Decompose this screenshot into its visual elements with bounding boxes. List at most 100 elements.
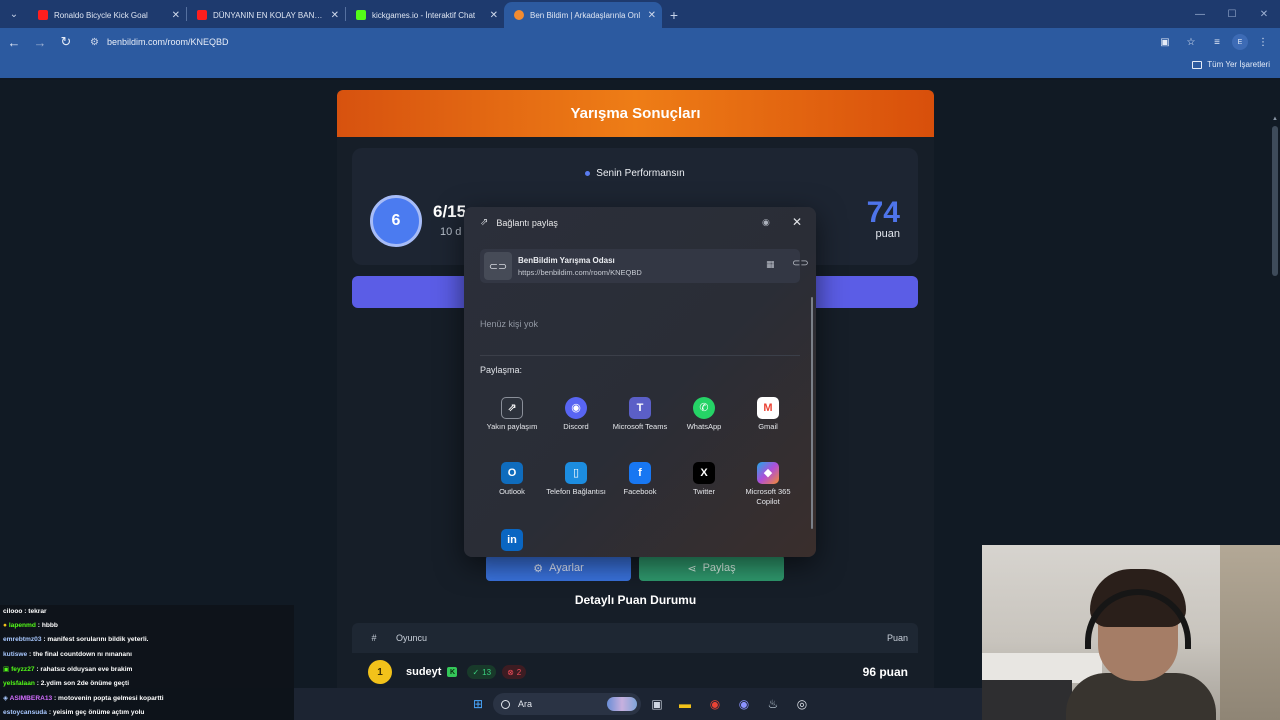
share-target-label: Gmail xyxy=(758,422,778,431)
url-field[interactable]: ⚙ benbildim.com/room/KNEQBD xyxy=(90,37,229,48)
player-name: sudeyt xyxy=(406,666,442,678)
chat-user: emrebtmz03 xyxy=(3,636,42,643)
file-explorer-icon[interactable]: ▬ xyxy=(675,694,695,714)
share-target-nearby[interactable]: ⇗ Yakın paylaşım xyxy=(480,397,544,432)
link-icon: ⊂⊃ xyxy=(484,252,512,280)
performance-label: Senin Performansın xyxy=(352,168,918,179)
new-tab-button[interactable]: + xyxy=(662,2,686,28)
windows-taskbar: ⊞ Ara ▣ ▬ ◉ ◉ ♨ ◎ xyxy=(294,688,982,720)
taskbar-search[interactable]: Ara xyxy=(493,693,641,715)
more-menu-icon[interactable]: ⋮ xyxy=(1252,31,1274,53)
whatsapp-icon: ✆ xyxy=(693,397,715,419)
tab-search-chevron-icon[interactable]: ⌄ xyxy=(0,0,28,28)
bookmarks-bar: Tüm Yer İşaretleri xyxy=(0,56,1280,78)
share-target-facebook[interactable]: f Facebook xyxy=(608,462,672,497)
copy-link-icon[interactable]: ⊂⊃ xyxy=(792,258,809,269)
gear-icon: ⚙ xyxy=(533,562,544,575)
youtube-favicon-icon xyxy=(38,10,48,20)
settings-button[interactable]: ⚙ Ayarlar xyxy=(486,555,631,581)
browser-tab[interactable]: DÜNYANIN EN KOLAY BANKA ✕ xyxy=(187,2,345,28)
search-icon xyxy=(501,699,510,709)
kick-favicon-icon xyxy=(356,10,366,20)
all-bookmarks-button[interactable]: Tüm Yer İşaretleri xyxy=(1192,60,1270,69)
maximize-icon[interactable]: ☐ xyxy=(1216,0,1248,28)
link-url: https://benbildim.com/room/KNEQBD xyxy=(518,268,642,277)
share-target-phone-link[interactable]: ▯ Telefon Bağlantısı xyxy=(544,462,608,497)
chat-message: yelsfalaan : 2.ydim son 2de önüme geçti xyxy=(3,680,129,687)
share-icon: ⋖ xyxy=(687,562,697,575)
share-target-twitter[interactable]: X Twitter xyxy=(672,462,736,497)
bookmark-star-icon[interactable]: ☆ xyxy=(1180,31,1202,53)
page-scrollbar[interactable] xyxy=(1272,126,1278,276)
dialog-scrollbar[interactable] xyxy=(811,297,813,529)
task-view-icon[interactable]: ▣ xyxy=(647,694,667,714)
discord-taskbar-icon[interactable]: ◉ xyxy=(734,694,754,714)
close-tab-icon[interactable]: ✕ xyxy=(172,10,180,21)
close-tab-icon[interactable]: ✕ xyxy=(648,10,656,21)
browser-tab-strip: ⌄ Ronaldo Bicycle Kick Goal ✕ DÜNYANIN E… xyxy=(0,0,1280,28)
browser-tab-active[interactable]: Ben Bildim | Arkadaşlarınla Onl ✕ xyxy=(504,2,662,28)
webcam-shelf xyxy=(1220,545,1280,720)
m365-copilot-icon: ◆ xyxy=(757,462,779,484)
player-points: 96 puan xyxy=(862,665,908,679)
share-label: Paylaş xyxy=(702,562,736,574)
close-window-icon[interactable]: ✕ xyxy=(1248,0,1280,28)
browser-tab[interactable]: kickgames.io - İnteraktif Chat ✕ xyxy=(346,2,504,28)
share-link-icon: ⇗ xyxy=(480,217,489,228)
windows-start-icon[interactable]: ⊞ xyxy=(468,694,488,714)
close-icon[interactable]: ✕ xyxy=(792,215,802,229)
share-target-gmail[interactable]: M Gmail xyxy=(736,397,800,432)
kick-badge-icon: K xyxy=(447,667,458,677)
browser-tab[interactable]: Ronaldo Bicycle Kick Goal ✕ xyxy=(28,2,186,28)
settings-label: Ayarlar xyxy=(549,562,584,574)
outlook-icon: O xyxy=(501,462,523,484)
dot-icon xyxy=(585,171,591,176)
share-target-whatsapp[interactable]: ✆ WhatsApp xyxy=(672,397,736,432)
minimize-icon[interactable]: — xyxy=(1184,0,1216,28)
check-icon: ✓ xyxy=(472,667,480,677)
tab-title: Ronaldo Bicycle Kick Goal xyxy=(54,10,148,20)
share-target-teams[interactable]: T Microsoft Teams xyxy=(608,397,672,432)
scroll-up-icon[interactable]: ▲ xyxy=(1272,116,1278,122)
share-target-linkedin[interactable]: in xyxy=(480,529,544,554)
reload-icon[interactable]: ↻ xyxy=(54,30,78,54)
share-target-label: Twitter xyxy=(692,487,716,496)
site-info-icon[interactable]: ⚙ xyxy=(90,37,99,48)
share-target-label: Microsoft Teams xyxy=(612,422,668,431)
performance-text: Senin Performansın xyxy=(596,168,685,179)
badge-icon: ● xyxy=(3,622,7,629)
search-label: Ara xyxy=(518,699,533,709)
share-target-discord[interactable]: ◉ Discord xyxy=(544,397,608,432)
divider xyxy=(480,355,800,356)
chat-text: : rahatsız olduysan eve brakim xyxy=(34,666,133,673)
forward-arrow-icon[interactable]: → xyxy=(28,30,52,54)
profile-avatar[interactable]: E xyxy=(1232,34,1248,50)
share-target-m365-copilot[interactable]: ◆ Microsoft 365 Copilot xyxy=(736,462,800,507)
chrome-icon[interactable]: ◉ xyxy=(705,694,725,714)
steam-icon[interactable]: ♨ xyxy=(763,694,783,714)
close-tab-icon[interactable]: ✕ xyxy=(331,10,339,21)
facebook-icon: f xyxy=(629,462,651,484)
col-player: Oyuncu xyxy=(396,633,428,643)
chat-message: kutiswe : the final countdown nı nınanan… xyxy=(3,651,132,658)
tab-title: DÜNYANIN EN KOLAY BANKA xyxy=(213,10,325,20)
close-tab-icon[interactable]: ✕ xyxy=(490,10,498,21)
obs-icon[interactable]: ◎ xyxy=(792,694,812,714)
install-app-icon[interactable]: ▣ xyxy=(1154,31,1176,53)
account-icon[interactable]: ◉ xyxy=(762,217,770,228)
discord-icon: ◉ xyxy=(565,397,587,419)
share-target-outlook[interactable]: O Outlook xyxy=(480,462,544,497)
reading-list-icon[interactable]: ≡ xyxy=(1206,31,1228,53)
share-target-label: Facebook xyxy=(623,487,657,496)
share-dialog-title: Bağlantı paylaş xyxy=(496,217,558,228)
share-target-label: Outlook xyxy=(499,487,525,496)
share-button[interactable]: ⋖ Paylaş xyxy=(639,555,784,581)
linkedin-icon: in xyxy=(501,529,523,551)
chat-message: emrebtmz03 : manifest sorularını bildik … xyxy=(3,636,148,643)
chat-text: : 2.ydim son 2de önüme geçti xyxy=(34,680,130,687)
all-bookmarks-label: Tüm Yer İşaretleri xyxy=(1207,60,1270,69)
points-label: puan xyxy=(875,228,900,240)
qr-code-icon[interactable]: ▦ xyxy=(766,259,775,270)
back-arrow-icon[interactable]: ← xyxy=(2,30,26,54)
chat-text: : yeisim geç önüme açtım yolu xyxy=(46,709,145,716)
